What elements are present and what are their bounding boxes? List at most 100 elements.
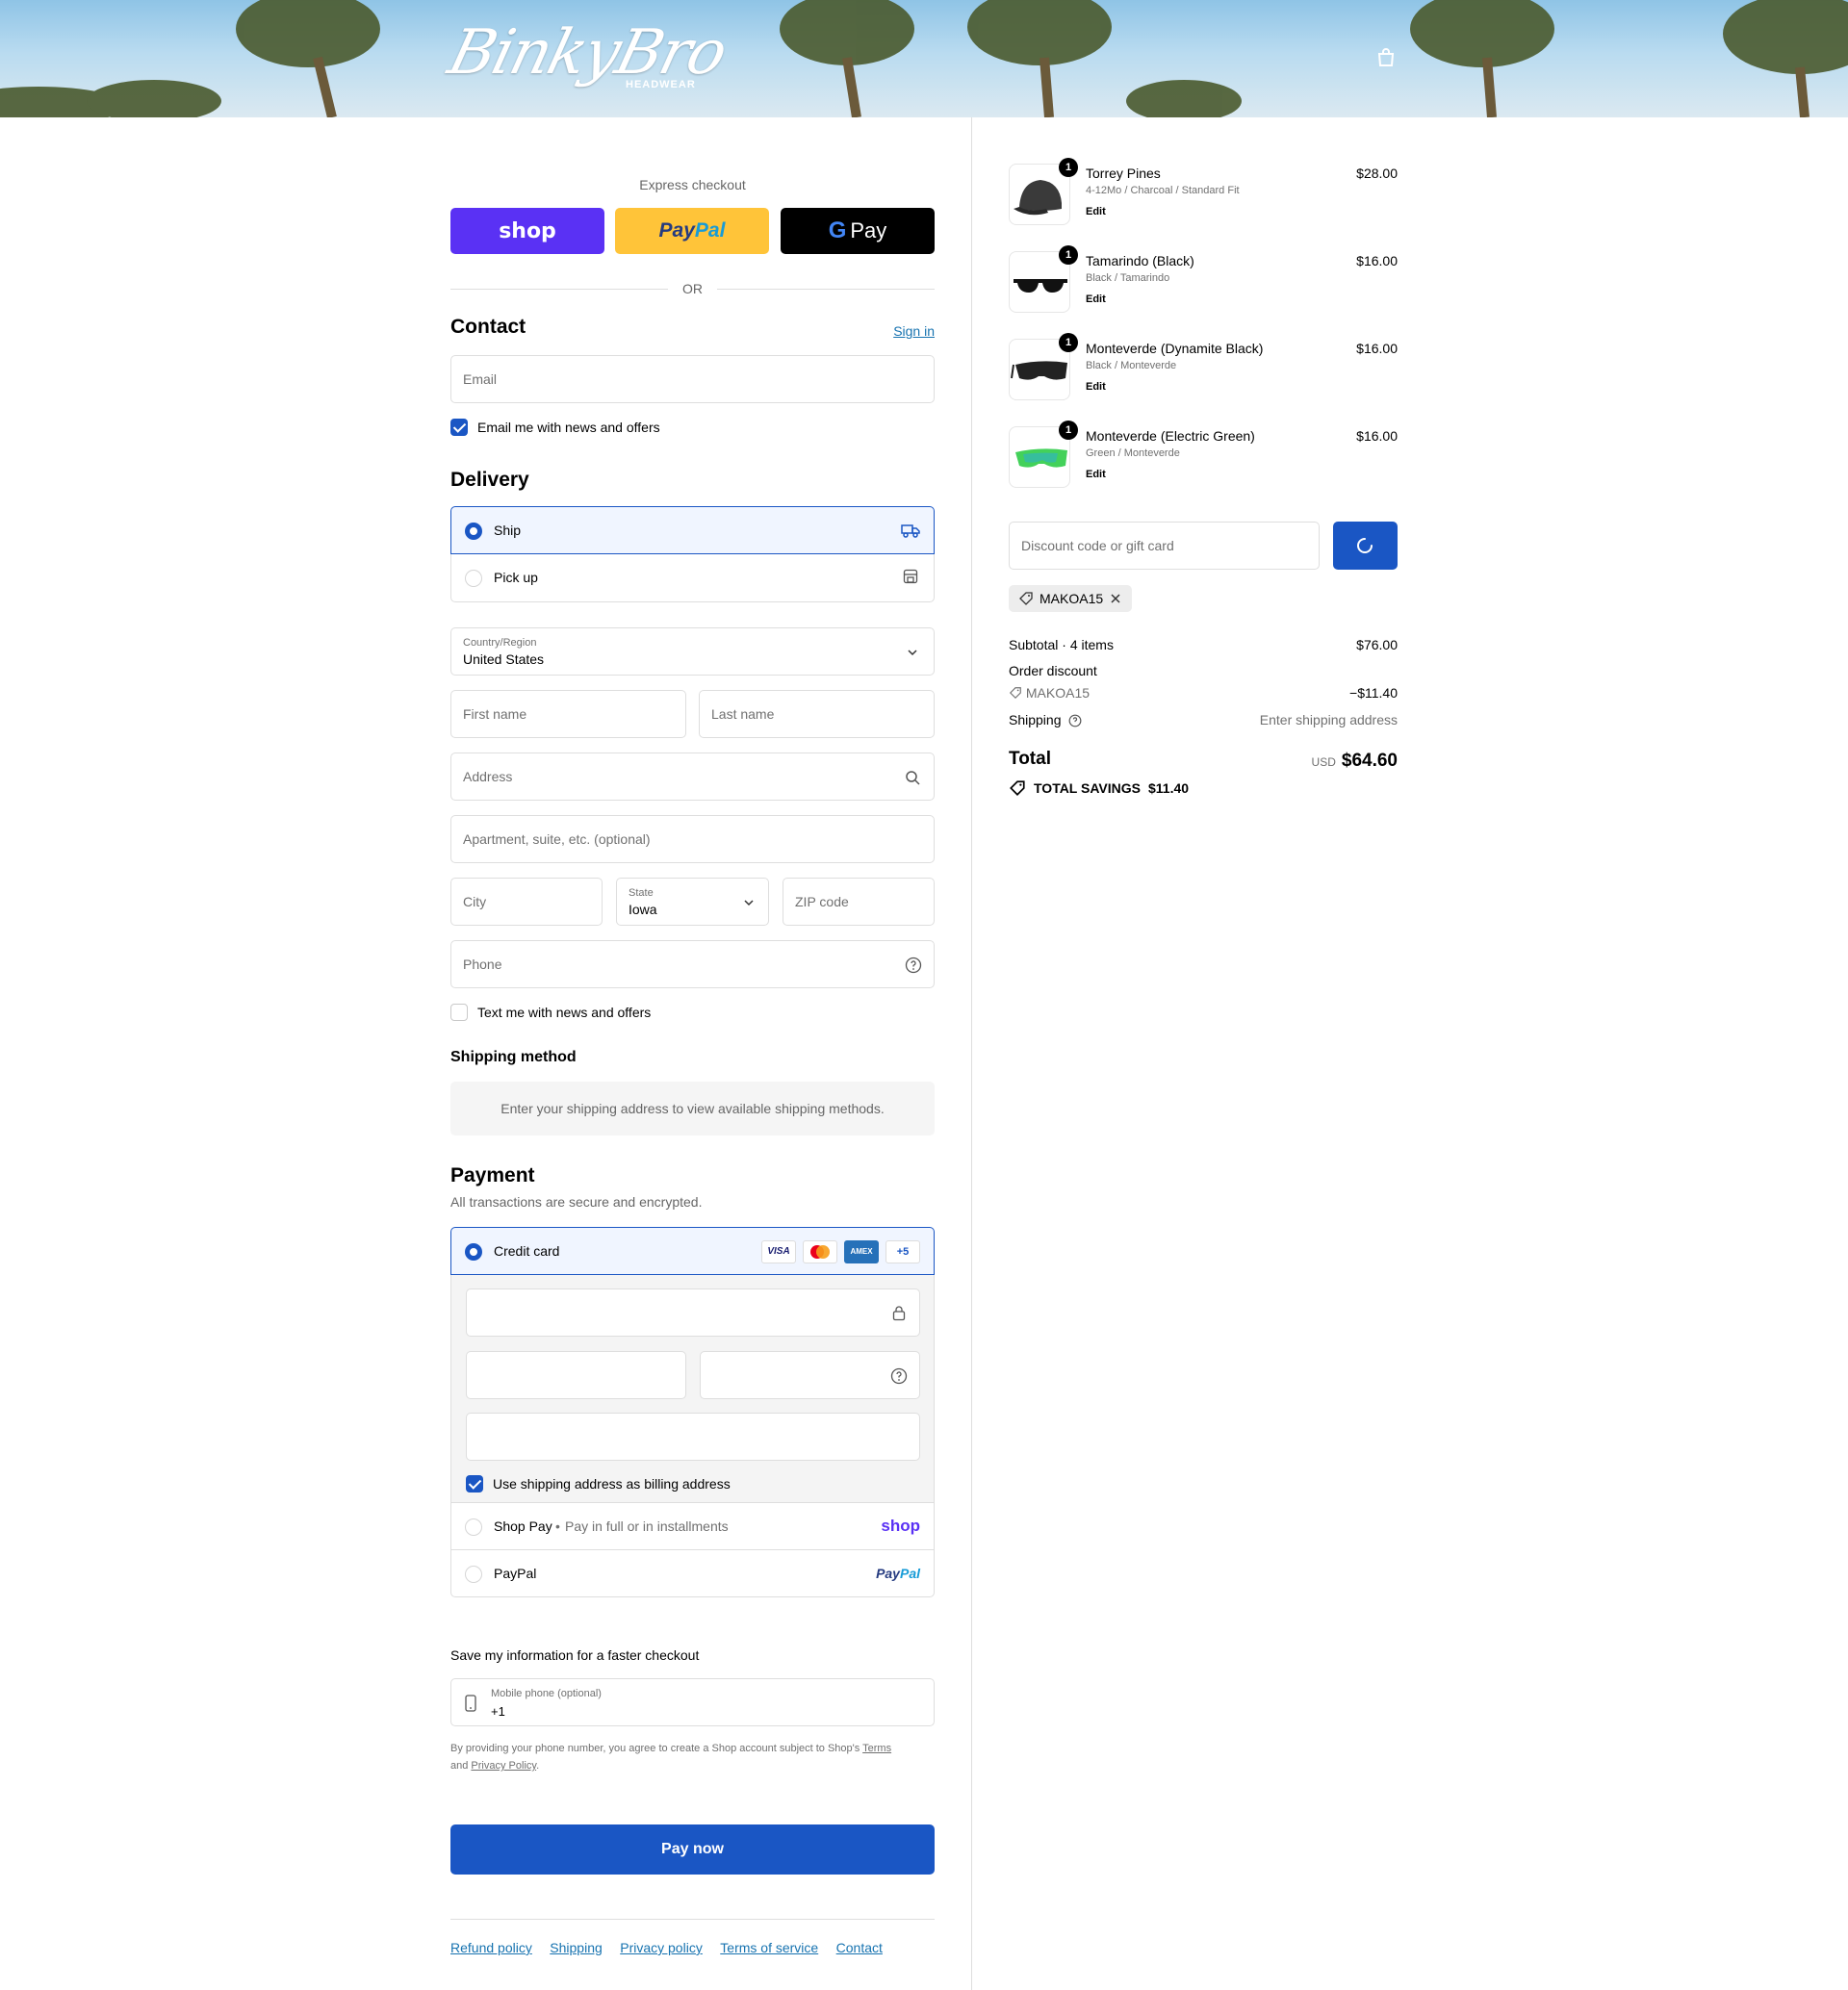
sms-option[interactable]: Text me with news and offers xyxy=(450,1004,651,1021)
mobile-phone-field[interactable]: Mobile phone (optional) +1 xyxy=(450,1678,935,1726)
name-on-card-field[interactable] xyxy=(466,1413,920,1461)
shop-pay-bullet: • xyxy=(555,1518,560,1534)
chevron-down-icon xyxy=(744,900,754,906)
state-select[interactable]: State Iowa xyxy=(616,878,769,926)
pickup-radio[interactable] xyxy=(465,570,482,587)
item-price: $16.00 xyxy=(1356,341,1398,356)
apartment-placeholder: Apartment, suite, etc. (optional) xyxy=(463,831,651,847)
tag-icon xyxy=(1019,592,1033,605)
item-name: Tamarindo (Black) xyxy=(1086,253,1194,268)
paypal-radio[interactable] xyxy=(465,1566,482,1583)
newsletter-checkbox[interactable] xyxy=(450,419,468,436)
sms-checkbox[interactable] xyxy=(450,1004,468,1021)
country-select[interactable]: Country/Region United States xyxy=(450,627,935,676)
ship-label: Ship xyxy=(494,523,522,538)
ship-radio[interactable] xyxy=(465,523,482,540)
shipping-label: Shipping xyxy=(1009,712,1062,727)
sign-in-link[interactable]: Sign in xyxy=(893,323,935,339)
question-circle-icon[interactable] xyxy=(1068,714,1082,727)
privacy-policy-link[interactable]: Privacy policy xyxy=(620,1940,703,1955)
privacy-link[interactable]: Privacy Policy xyxy=(471,1760,536,1772)
shipping-row: Shipping Enter shipping address xyxy=(1009,712,1398,727)
close-icon[interactable] xyxy=(1109,592,1122,605)
paypal-label-a: Pay xyxy=(658,219,695,242)
refund-policy-link[interactable]: Refund policy xyxy=(450,1940,532,1955)
phone-field[interactable]: Phone xyxy=(450,940,935,988)
newsletter-label: Email me with news and offers xyxy=(477,420,660,435)
terms-of-service-link[interactable]: Terms of service xyxy=(720,1940,818,1955)
lock-icon xyxy=(892,1306,906,1321)
card-number-field[interactable] xyxy=(466,1288,920,1337)
phone-placeholder: Phone xyxy=(463,957,502,972)
delivery-option-pickup[interactable]: Pick up xyxy=(450,554,935,602)
newsletter-option[interactable]: Email me with news and offers xyxy=(450,419,660,436)
legal-and: and xyxy=(450,1760,469,1772)
delivery-option-ship[interactable]: Ship xyxy=(450,506,935,554)
footer-links: Refund policy Shipping Privacy policy Te… xyxy=(450,1940,896,1957)
item-edit-link[interactable]: Edit xyxy=(1086,469,1106,480)
shop-pay-radio[interactable] xyxy=(465,1518,482,1536)
billing-same-checkbox[interactable] xyxy=(466,1475,483,1492)
applied-discount-tag: MAKOA15 xyxy=(1009,585,1133,612)
tag-icon xyxy=(1010,780,1025,796)
discount-code-row: MAKOA15 −$11.40 xyxy=(1009,685,1398,701)
total-savings-row: TOTAL SAVINGS $11.40 xyxy=(1009,779,1398,797)
mobile-phone-icon xyxy=(465,1695,476,1712)
email-placeholder: Email xyxy=(463,371,498,387)
billing-same-option[interactable]: Use shipping address as billing address xyxy=(466,1475,731,1492)
question-circle-icon[interactable] xyxy=(905,957,922,974)
quantity-badge: 1 xyxy=(1059,245,1078,265)
last-name-field[interactable]: Last name xyxy=(699,690,935,738)
city-field[interactable]: City xyxy=(450,878,603,926)
palm-trees-background xyxy=(0,0,1848,117)
item-edit-link[interactable]: Edit xyxy=(1086,381,1106,393)
shipping-method-message: Enter your shipping address to view avai… xyxy=(450,1082,935,1135)
shopping-bag-icon[interactable] xyxy=(1374,46,1398,69)
google-pay-button[interactable]: G Pay xyxy=(781,208,935,254)
first-name-field[interactable]: First name xyxy=(450,690,686,738)
contact-link[interactable]: Contact xyxy=(836,1940,883,1955)
total-label: Total xyxy=(1009,749,1051,769)
security-code-field[interactable] xyxy=(700,1351,920,1399)
payment-option-credit-card[interactable]: Credit card VISA AMEX +5 xyxy=(450,1227,935,1275)
order-discount-label: Order discount xyxy=(1009,663,1097,678)
header-banner: BinkyBro HEADWEAR xyxy=(0,0,1848,117)
terms-link[interactable]: Terms xyxy=(862,1743,891,1754)
logo-script: BinkyBro xyxy=(441,17,733,89)
discount-amount: −$11.40 xyxy=(1349,685,1398,701)
credit-card-radio[interactable] xyxy=(465,1243,482,1261)
visa-icon: VISA xyxy=(761,1240,796,1263)
item-price: $16.00 xyxy=(1356,253,1398,268)
payment-option-paypal[interactable]: PayPal PayPal xyxy=(450,1549,935,1597)
address-field[interactable]: Address xyxy=(450,753,935,801)
spinner-icon xyxy=(1357,538,1373,553)
subtotal-value: $76.00 xyxy=(1356,637,1398,652)
state-label: State xyxy=(629,887,654,899)
apartment-field[interactable]: Apartment, suite, etc. (optional) xyxy=(450,815,935,863)
shop-pay-button[interactable]: shop xyxy=(450,208,604,254)
zip-field[interactable]: ZIP code xyxy=(783,878,935,926)
mastercard-icon xyxy=(803,1240,837,1263)
apply-discount-button[interactable] xyxy=(1333,522,1398,570)
discount-code-field[interactable]: Discount code or gift card xyxy=(1009,522,1320,570)
credit-card-form: Use shipping address as billing address xyxy=(450,1275,935,1502)
item-variant: Black / Tamarindo xyxy=(1086,272,1170,284)
paypal-button[interactable]: Pay Pal xyxy=(615,208,769,254)
question-circle-icon[interactable] xyxy=(890,1367,908,1385)
quantity-badge: 1 xyxy=(1059,333,1078,352)
shipping-value: Enter shipping address xyxy=(1259,712,1398,727)
mastercard-logo xyxy=(810,1245,830,1259)
pay-now-button[interactable]: Pay now xyxy=(450,1824,935,1875)
item-edit-link[interactable]: Edit xyxy=(1086,206,1106,217)
email-field[interactable]: Email xyxy=(450,355,935,403)
item-edit-link[interactable]: Edit xyxy=(1086,293,1106,305)
item-price: $28.00 xyxy=(1356,166,1398,181)
chevron-down-icon xyxy=(908,650,917,656)
payment-option-shop-pay[interactable]: Shop Pay • Pay in full or in installment… xyxy=(450,1502,935,1550)
expiration-field[interactable] xyxy=(466,1351,686,1399)
mobile-phone-value: +1 xyxy=(491,1704,505,1719)
or-text: OR xyxy=(682,281,703,296)
brand-logo[interactable]: BinkyBro HEADWEAR xyxy=(441,13,733,100)
shipping-policy-link[interactable]: Shipping xyxy=(550,1940,603,1955)
paypal-logo-a: Pay xyxy=(876,1566,900,1581)
